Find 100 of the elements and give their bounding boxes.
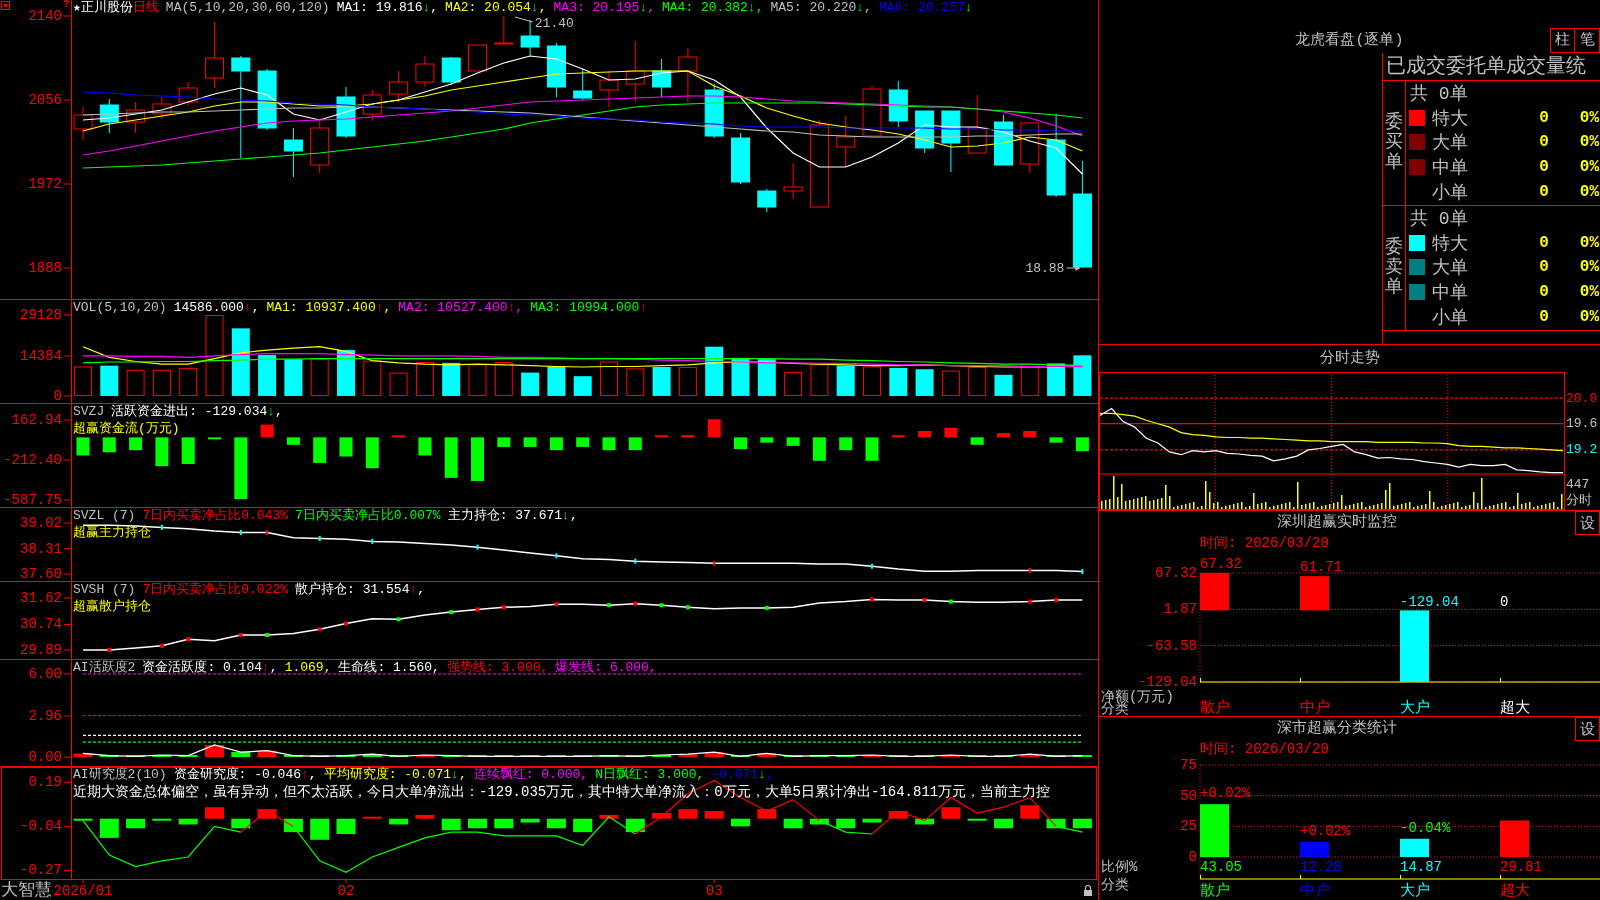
order-type: 中单 — [1432, 282, 1469, 305]
legend-value: MA2: 10527.400↑, — [398, 300, 524, 316]
star-icon: ★ — [73, 0, 81, 16]
legend-value: 7日内买卖净占比0.007% — [295, 508, 441, 524]
table-title: 已成交委托单成交量统 — [1383, 53, 1600, 81]
axis-title: 比例% — [1101, 859, 1138, 875]
indicator-name: AI活跃度2 — [73, 660, 136, 676]
legend-value: MA1: 10937.400↑, — [266, 300, 392, 316]
y-tick-label: 2056 — [28, 92, 62, 108]
brand-label: 大智慧 — [1, 880, 52, 900]
indicator-name: SVZL (7) — [73, 508, 136, 524]
bar-value-label: -129.04 — [1400, 594, 1459, 611]
volume-max-label: 447 — [1566, 476, 1590, 492]
date-label: 02 — [337, 883, 355, 899]
bar-value-label: 12.28 — [1300, 859, 1342, 875]
y-tick-label: 0 — [53, 387, 62, 404]
category-label: 超大 — [1500, 883, 1530, 900]
panel-title: 分时走势 — [1318, 348, 1381, 369]
change-label: +0.02% — [1200, 785, 1251, 802]
y-tick-label: 19.2 — [1566, 442, 1598, 458]
order-percent: 0% — [1578, 283, 1600, 302]
legend-value: 连续飘红: 0.000, — [473, 767, 589, 783]
y-tick-label: 0.19 — [28, 774, 62, 791]
order-percent: 0% — [1578, 233, 1600, 252]
order-percent: 0% — [1578, 182, 1600, 201]
bar-value-label: 43.05 — [1200, 859, 1242, 875]
y-tick-label: 2140 — [28, 8, 62, 24]
y-tick-label: 67.32 — [1155, 565, 1197, 581]
y-tick-label: 37.60 — [20, 566, 62, 583]
y-tick-label: -587.75 — [3, 492, 62, 508]
order-total: 共 0单 — [1409, 83, 1469, 106]
y-tick-label: 1972 — [28, 176, 62, 192]
legend-value: 7日内买卖净占比0.043% — [142, 508, 289, 524]
bar-value-label: 61.71 — [1300, 559, 1342, 576]
category-label: 散户 — [1200, 700, 1230, 717]
date-label: 03 — [705, 883, 723, 899]
group-label: 委卖单 — [1385, 238, 1403, 298]
date-label: 2026/01 — [53, 883, 113, 899]
y-tick-label: 162.94 — [11, 412, 62, 428]
panel-title: 深市超赢分类统计 — [1276, 718, 1398, 739]
stock-name: 正川股份 — [80, 0, 133, 16]
y-tick-label: 14384 — [20, 347, 62, 364]
price-annotation: 21.40 — [534, 15, 574, 31]
axis-title: 分类 — [1101, 877, 1129, 893]
order-type: 特大 — [1432, 107, 1469, 130]
legend-value: N日飘红: 3.000, — [595, 767, 705, 783]
y-tick-label: -129.04 — [1138, 674, 1197, 690]
timestamp: 时间: 2026/03/20 — [1199, 535, 1330, 551]
legend-value: 14586.000↑, — [173, 300, 260, 316]
order-type: 大单 — [1432, 132, 1469, 155]
y-tick-label: 1.87 — [1163, 601, 1197, 618]
order-count: 0 — [1538, 133, 1550, 152]
legend-value: MA3: 10994.000↑ — [530, 300, 648, 316]
legend-value: 主力持仓: 37.671↓, — [447, 508, 578, 524]
indicator-caption: 超赢资金流(万元) — [73, 420, 181, 437]
y-tick-label: -0.04 — [20, 818, 62, 835]
order-count: 0 — [1538, 108, 1550, 127]
bar-value-label: 0 — [1500, 594, 1509, 611]
indicator-params: MA(5,10,20,30,60,120) — [165, 0, 330, 16]
order-type: 小单 — [1432, 306, 1469, 329]
indicator-name: AI研究度2(10) — [73, 767, 167, 783]
indicator-name: SVZJ — [73, 404, 105, 420]
panel-title: 深圳超赢实时监控 — [1276, 512, 1398, 533]
category-label: 散户 — [1200, 883, 1230, 900]
legend-value: MA4: 20.382↓, — [662, 0, 764, 16]
y-tick-label: 20.0 — [1566, 390, 1598, 406]
y-tick-label: 0 — [1188, 849, 1197, 865]
legend-value: -0.071↓, — [711, 767, 774, 783]
legend-value: 活跃资金进出: -129.034↓, — [111, 404, 283, 420]
y-tick-label: 1888 — [28, 260, 62, 276]
y-tick-label: 39.02 — [20, 515, 62, 532]
legend-value: 资金研究度: -0.046↑, — [173, 767, 317, 783]
indicator-caption: 超赢主力持仓 — [73, 524, 152, 541]
y-tick-label: 0.00 — [28, 749, 62, 766]
y-tick-label: 50 — [1180, 787, 1197, 804]
y-tick-label: 19.6 — [1566, 416, 1598, 432]
y-tick-label: 29.89 — [20, 642, 62, 659]
order-count: 0 — [1538, 258, 1550, 277]
y-tick-label: 2.96 — [28, 708, 62, 725]
indicator-name: SVSH (7) — [73, 582, 136, 598]
category-label: 中户 — [1300, 700, 1330, 717]
order-count: 0 — [1538, 182, 1550, 201]
bar-value-label: 14.87 — [1400, 859, 1442, 875]
legend-value: 1.069, — [284, 660, 332, 676]
order-count: 0 — [1538, 158, 1550, 177]
y-tick-label: -63.58 — [1146, 637, 1197, 654]
legend-value: MA6: 20.257↓ — [878, 0, 973, 16]
y-tick-label: -0.27 — [20, 862, 62, 879]
y-tick-label: 25 — [1180, 818, 1197, 835]
indicator-caption: 超赢散户持仓 — [73, 598, 152, 615]
panel-title: 龙虎看盘(逐单) — [1294, 30, 1405, 51]
y-tick-label: 75 — [1180, 757, 1197, 773]
timestamp: 时间: 2026/03/20 — [1199, 741, 1330, 757]
y-tick-label: 38.31 — [20, 540, 62, 557]
order-count: 0 — [1538, 233, 1550, 252]
order-type: 特大 — [1432, 232, 1469, 255]
legend-value: MA1: 19.816↓, — [336, 0, 439, 16]
order-percent: 0% — [1578, 133, 1600, 152]
legend-value: 强势线: 3.000, — [446, 660, 549, 676]
category-label: 中户 — [1300, 883, 1330, 900]
